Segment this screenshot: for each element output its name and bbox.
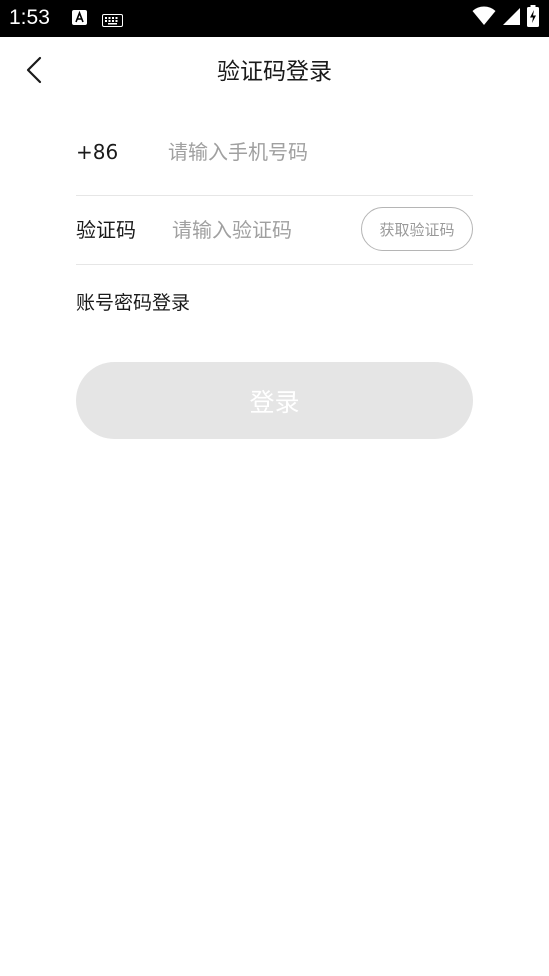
a-letter-notification-icon xyxy=(72,10,87,29)
get-code-button[interactable]: 获取验证码 xyxy=(361,207,473,251)
phone-row: +86 xyxy=(76,118,473,196)
page-title: 验证码登录 xyxy=(217,59,332,85)
login-button[interactable]: 登录 xyxy=(76,362,473,439)
verification-code-label: 验证码 xyxy=(76,218,136,242)
header: 验证码登录 xyxy=(0,37,549,107)
keyboard-icon xyxy=(102,12,123,31)
phone-input[interactable] xyxy=(168,136,458,168)
verification-login-screen: 1:53 验证码登录 +86 请输入手机号码 验证码 请输入验证码 获取验证码 … xyxy=(0,0,549,976)
verification-code-row: 验证码 获取验证码 xyxy=(76,196,473,265)
status-right-icons xyxy=(472,5,539,31)
battery-charging-icon xyxy=(527,5,539,31)
status-time: 1:53 xyxy=(9,6,50,29)
status-bar: 1:53 xyxy=(0,0,549,37)
password-login-link[interactable]: 账号密码登录 xyxy=(76,289,190,317)
signal-icon xyxy=(502,7,521,30)
verification-code-input[interactable] xyxy=(172,214,352,246)
wifi-icon xyxy=(472,6,496,30)
country-code[interactable]: +86 xyxy=(76,138,118,166)
